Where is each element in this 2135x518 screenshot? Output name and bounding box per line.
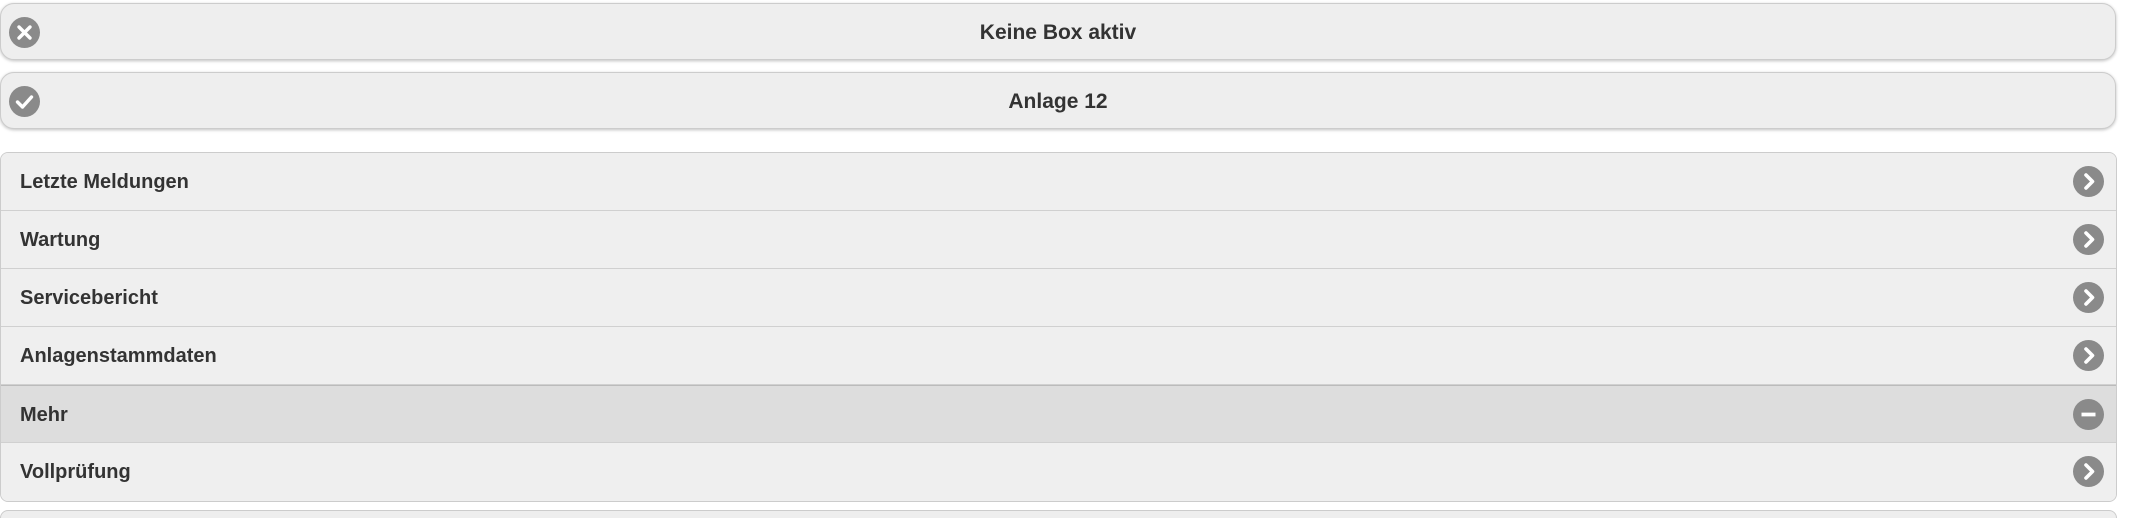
plant-label: Anlage 12	[1008, 90, 1108, 113]
list-item-label: Anlagenstammdaten	[20, 345, 217, 367]
list-item-wartung[interactable]: Wartung	[1, 211, 2116, 269]
list-item-anlagenstammdaten[interactable]: Anlagenstammdaten	[1, 327, 2116, 385]
no-box-active-button[interactable]: Keine Box aktiv	[0, 3, 2116, 60]
list-item-label: Mehr	[20, 404, 68, 426]
menu-list: Letzte Meldungen Wartung Servicebericht …	[0, 152, 2117, 502]
list-item-vollpruefung[interactable]: Vollprüfung	[1, 443, 2116, 501]
page: Keine Box aktiv Anlage 12 Letzte Meldung…	[0, 0, 2135, 518]
chevron-right-icon	[2073, 282, 2104, 313]
list-item-label: Vollprüfung	[20, 461, 131, 483]
minus-circle-icon	[2073, 399, 2104, 430]
chevron-right-icon	[2073, 166, 2104, 197]
list-item-label: Letzte Meldungen	[20, 171, 189, 193]
chevron-right-icon	[2073, 224, 2104, 255]
chevron-right-icon	[2073, 456, 2104, 487]
next-list-edge	[0, 510, 2117, 518]
list-item-label: Servicebericht	[20, 287, 158, 309]
chevron-right-icon	[2073, 340, 2104, 371]
plant-button[interactable]: Anlage 12	[0, 72, 2116, 129]
list-item-label: Wartung	[20, 229, 101, 251]
list-item-mehr[interactable]: Mehr	[1, 385, 2116, 443]
list-item-servicebericht[interactable]: Servicebericht	[1, 269, 2116, 327]
list-item-letzte-meldungen[interactable]: Letzte Meldungen	[1, 153, 2116, 211]
no-box-active-label: Keine Box aktiv	[979, 21, 1137, 44]
